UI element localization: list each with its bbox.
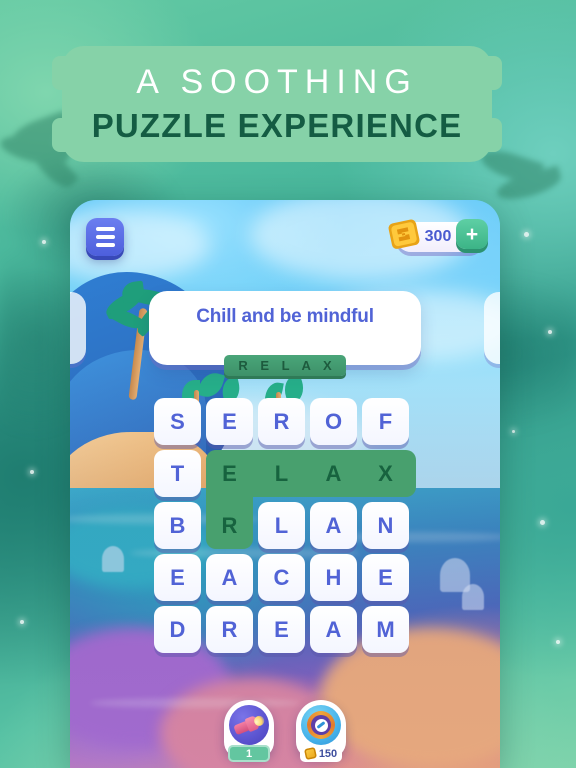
menu-line bbox=[95, 235, 115, 239]
coral bbox=[102, 546, 124, 572]
letter-tile-selected[interactable]: R bbox=[206, 502, 253, 549]
sparkle bbox=[30, 470, 34, 474]
letter-tile[interactable]: C bbox=[258, 554, 305, 601]
letter-tile[interactable]: E bbox=[258, 606, 305, 653]
game-top-bar: 300 + bbox=[70, 200, 500, 274]
letter-tile[interactable]: E bbox=[206, 398, 253, 445]
sparkle bbox=[512, 430, 515, 433]
letter-tile[interactable]: A bbox=[310, 606, 357, 653]
letter-tile[interactable]: R bbox=[258, 398, 305, 445]
letter-tile-selected[interactable]: E bbox=[206, 450, 253, 497]
hint-powerup-button[interactable]: 1 bbox=[222, 700, 276, 762]
letter-tile[interactable]: H bbox=[310, 554, 357, 601]
game-screen: 300 + Chill and be mindful R E L A X S E… bbox=[70, 200, 500, 768]
letter-tile[interactable]: M bbox=[362, 606, 409, 653]
letter-tile-selected[interactable]: L bbox=[258, 450, 305, 497]
letter-tile[interactable]: E bbox=[154, 554, 201, 601]
clue-text: Chill and be mindful bbox=[196, 306, 374, 327]
menu-line bbox=[95, 243, 115, 247]
menu-line bbox=[95, 227, 115, 231]
coral bbox=[462, 584, 484, 610]
sparkle bbox=[42, 240, 46, 244]
letter-tile-selected[interactable]: X bbox=[362, 450, 409, 497]
add-coins-button[interactable]: + bbox=[456, 219, 488, 249]
letter-tile[interactable]: A bbox=[310, 502, 357, 549]
sparkle bbox=[540, 520, 545, 525]
letter-grid-container: S E R O F T E L A X B R L A N E A C H E … bbox=[154, 398, 416, 653]
banner-notch bbox=[52, 56, 68, 90]
letter-tile[interactable]: B bbox=[154, 502, 201, 549]
clue-card[interactable]: Chill and be mindful R E L A X bbox=[149, 291, 421, 376]
shuffle-cost-label: 150 bbox=[318, 747, 338, 760]
powerup-bar: 1 150 bbox=[222, 700, 348, 762]
letter-tile-selected[interactable]: A bbox=[310, 450, 357, 497]
shuffle-cost-badge: 150 bbox=[299, 745, 343, 762]
flashlight-glyph bbox=[232, 713, 266, 737]
letter-tile[interactable]: A bbox=[206, 554, 253, 601]
letter-tile[interactable]: D bbox=[154, 606, 201, 653]
headline-banner: A SOOTHING PUZZLE EXPERIENCE bbox=[52, 46, 502, 162]
compass-mid-ring bbox=[311, 715, 331, 735]
hint-count-badge: 1 bbox=[228, 745, 270, 762]
clue-card-previous[interactable] bbox=[70, 292, 86, 364]
flashlight-icon bbox=[229, 705, 269, 745]
letter-tile[interactable]: L bbox=[258, 502, 305, 549]
letter-tile[interactable]: S bbox=[154, 398, 201, 445]
hint-count-label: 1 bbox=[245, 747, 253, 760]
answer-chip: R E L A X bbox=[223, 355, 347, 376]
letter-grid: S E R O F T E L A X B R L A N E A C H E … bbox=[154, 398, 416, 653]
banner-notch bbox=[486, 56, 502, 90]
sparkle bbox=[524, 232, 529, 237]
sparkle bbox=[548, 330, 552, 334]
headline-line-1: A SOOTHING bbox=[136, 63, 418, 101]
letter-tile[interactable]: T bbox=[154, 450, 201, 497]
hamburger-menu-icon[interactable] bbox=[86, 218, 124, 256]
coin-amount-label: 300 bbox=[424, 228, 452, 245]
compass-needle bbox=[316, 721, 326, 729]
headline-line-2: PUZZLE EXPERIENCE bbox=[91, 107, 463, 144]
compass-ring bbox=[307, 711, 335, 739]
coin-counter: 300 + bbox=[388, 219, 488, 254]
banner-notch bbox=[486, 118, 502, 152]
letter-tile[interactable]: R bbox=[206, 606, 253, 653]
sparkle bbox=[20, 620, 24, 624]
sparkle bbox=[556, 640, 560, 644]
compass-face bbox=[314, 718, 328, 732]
letter-tile[interactable]: O bbox=[310, 398, 357, 445]
clue-carousel: Chill and be mindful R E L A X bbox=[70, 288, 500, 376]
mini-coin-icon bbox=[303, 746, 317, 761]
clue-card-next[interactable] bbox=[484, 292, 500, 364]
letter-tile[interactable]: E bbox=[362, 554, 409, 601]
banner-notch bbox=[52, 118, 68, 152]
compass-icon bbox=[301, 705, 341, 745]
letter-tile[interactable]: F bbox=[362, 398, 409, 445]
shuffle-powerup-button[interactable]: 150 bbox=[294, 700, 348, 762]
letter-tile[interactable]: N bbox=[362, 502, 409, 549]
